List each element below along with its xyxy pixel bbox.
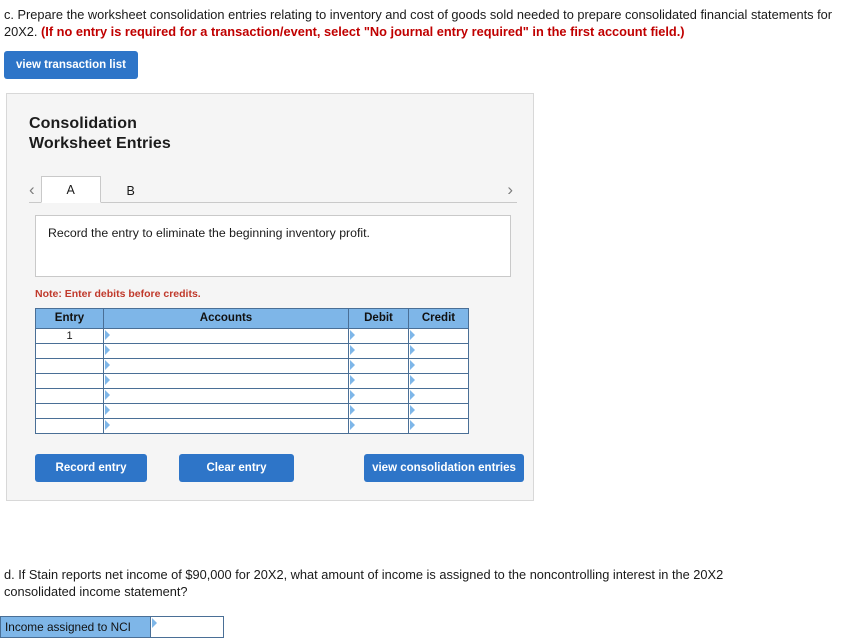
debit-cell[interactable] [348,372,409,389]
dropdown-caret-icon [410,329,415,340]
dropdown-caret-icon [105,359,110,370]
credit-cell[interactable] [408,357,469,374]
dropdown-caret-icon [105,329,110,340]
entry-number-cell [35,387,104,404]
tab-a[interactable]: A [40,175,101,203]
credit-cell[interactable] [408,402,469,419]
dropdown-caret-icon [410,389,415,400]
dropdown-caret-icon [350,359,355,370]
table-row [35,342,469,359]
table-row [35,387,469,404]
accounts-cell[interactable] [103,417,349,434]
entry-number-cell [35,402,104,419]
question-c: c. Prepare the worksheet consolidation e… [0,0,859,41]
dropdown-caret-icon [152,618,158,629]
credit-cell[interactable] [408,387,469,404]
credit-cell[interactable] [408,327,469,344]
debit-cell[interactable] [348,342,409,359]
panel-title-line-2: Worksheet Entries [29,134,171,152]
chevron-left-icon[interactable]: ‹ [29,181,41,202]
view-consolidation-entries-button[interactable]: view consolidation entries [364,453,524,482]
table-header-row: Entry Accounts Debit Credit [35,307,469,329]
debit-cell[interactable] [348,402,409,419]
debits-before-credits-note: Note: Enter debits before credits. [35,287,201,300]
debit-cell[interactable] [348,357,409,374]
accounts-cell[interactable] [103,402,349,419]
accounts-cell[interactable] [103,357,349,374]
journal-entry-table: Entry Accounts Debit Credit 1 [35,307,469,434]
dropdown-caret-icon [350,374,355,385]
credit-cell[interactable] [408,342,469,359]
dropdown-caret-icon [105,404,110,415]
income-assigned-to-nci-input[interactable] [151,616,224,638]
instruction-box: Record the entry to eliminate the beginn… [35,214,511,277]
dropdown-caret-icon [350,329,355,340]
income-assigned-to-nci-label: Income assigned to NCI [0,616,152,638]
consolidation-worksheet-entries-panel: Consolidation Worksheet Entries ‹ A B › … [6,92,534,501]
accounts-cell[interactable] [103,387,349,404]
dropdown-caret-icon [350,389,355,400]
table-row [35,372,469,389]
entry-number-cell: 1 [35,327,104,344]
dropdown-caret-icon [410,374,415,385]
accounts-cell[interactable] [103,342,349,359]
tab-bar: ‹ A B › [29,174,517,203]
panel-action-buttons: Record entry Clear entry view consolidat… [35,453,533,482]
question-c-emphasis: (If no entry is required for a transacti… [41,24,685,40]
dropdown-caret-icon [105,344,110,355]
accounts-cell[interactable] [103,327,349,344]
dropdown-caret-icon [105,419,110,430]
dropdown-caret-icon [410,404,415,415]
debit-cell[interactable] [348,387,409,404]
entry-number-cell [35,372,104,389]
question-d: d. If Stain reports net income of $90,00… [4,566,724,599]
chevron-right-icon[interactable]: › [507,181,517,202]
column-header-debit: Debit [348,307,409,329]
entry-number-cell [35,342,104,359]
tab-b[interactable]: B [101,177,161,203]
panel-title: Consolidation Worksheet Entries [7,94,533,154]
debit-cell[interactable] [348,417,409,434]
debit-cell[interactable] [348,327,409,344]
credit-cell[interactable] [408,417,469,434]
record-entry-button[interactable]: Record entry [35,453,147,482]
dropdown-caret-icon [350,404,355,415]
column-header-entry: Entry [35,307,104,329]
view-transaction-list-wrap: view transaction list [0,41,859,79]
dropdown-caret-icon [105,374,110,385]
dropdown-caret-icon [105,389,110,400]
table-row [35,417,469,434]
view-transaction-list-button[interactable]: view transaction list [4,50,138,79]
dropdown-caret-icon [410,419,415,430]
table-row [35,357,469,374]
panel-title-line-1: Consolidation [29,114,137,132]
dropdown-caret-icon [410,344,415,355]
dropdown-caret-icon [350,419,355,430]
credit-cell[interactable] [408,372,469,389]
entry-number-cell [35,417,104,434]
dropdown-caret-icon [350,344,355,355]
clear-entry-button[interactable]: Clear entry [179,453,294,482]
income-assigned-to-nci-row: Income assigned to NCI [0,616,224,638]
column-header-credit: Credit [408,307,469,329]
column-header-accounts: Accounts [103,307,349,329]
entry-number-cell [35,357,104,374]
table-row [35,402,469,419]
table-row: 1 [35,327,469,344]
accounts-cell[interactable] [103,372,349,389]
dropdown-caret-icon [410,359,415,370]
